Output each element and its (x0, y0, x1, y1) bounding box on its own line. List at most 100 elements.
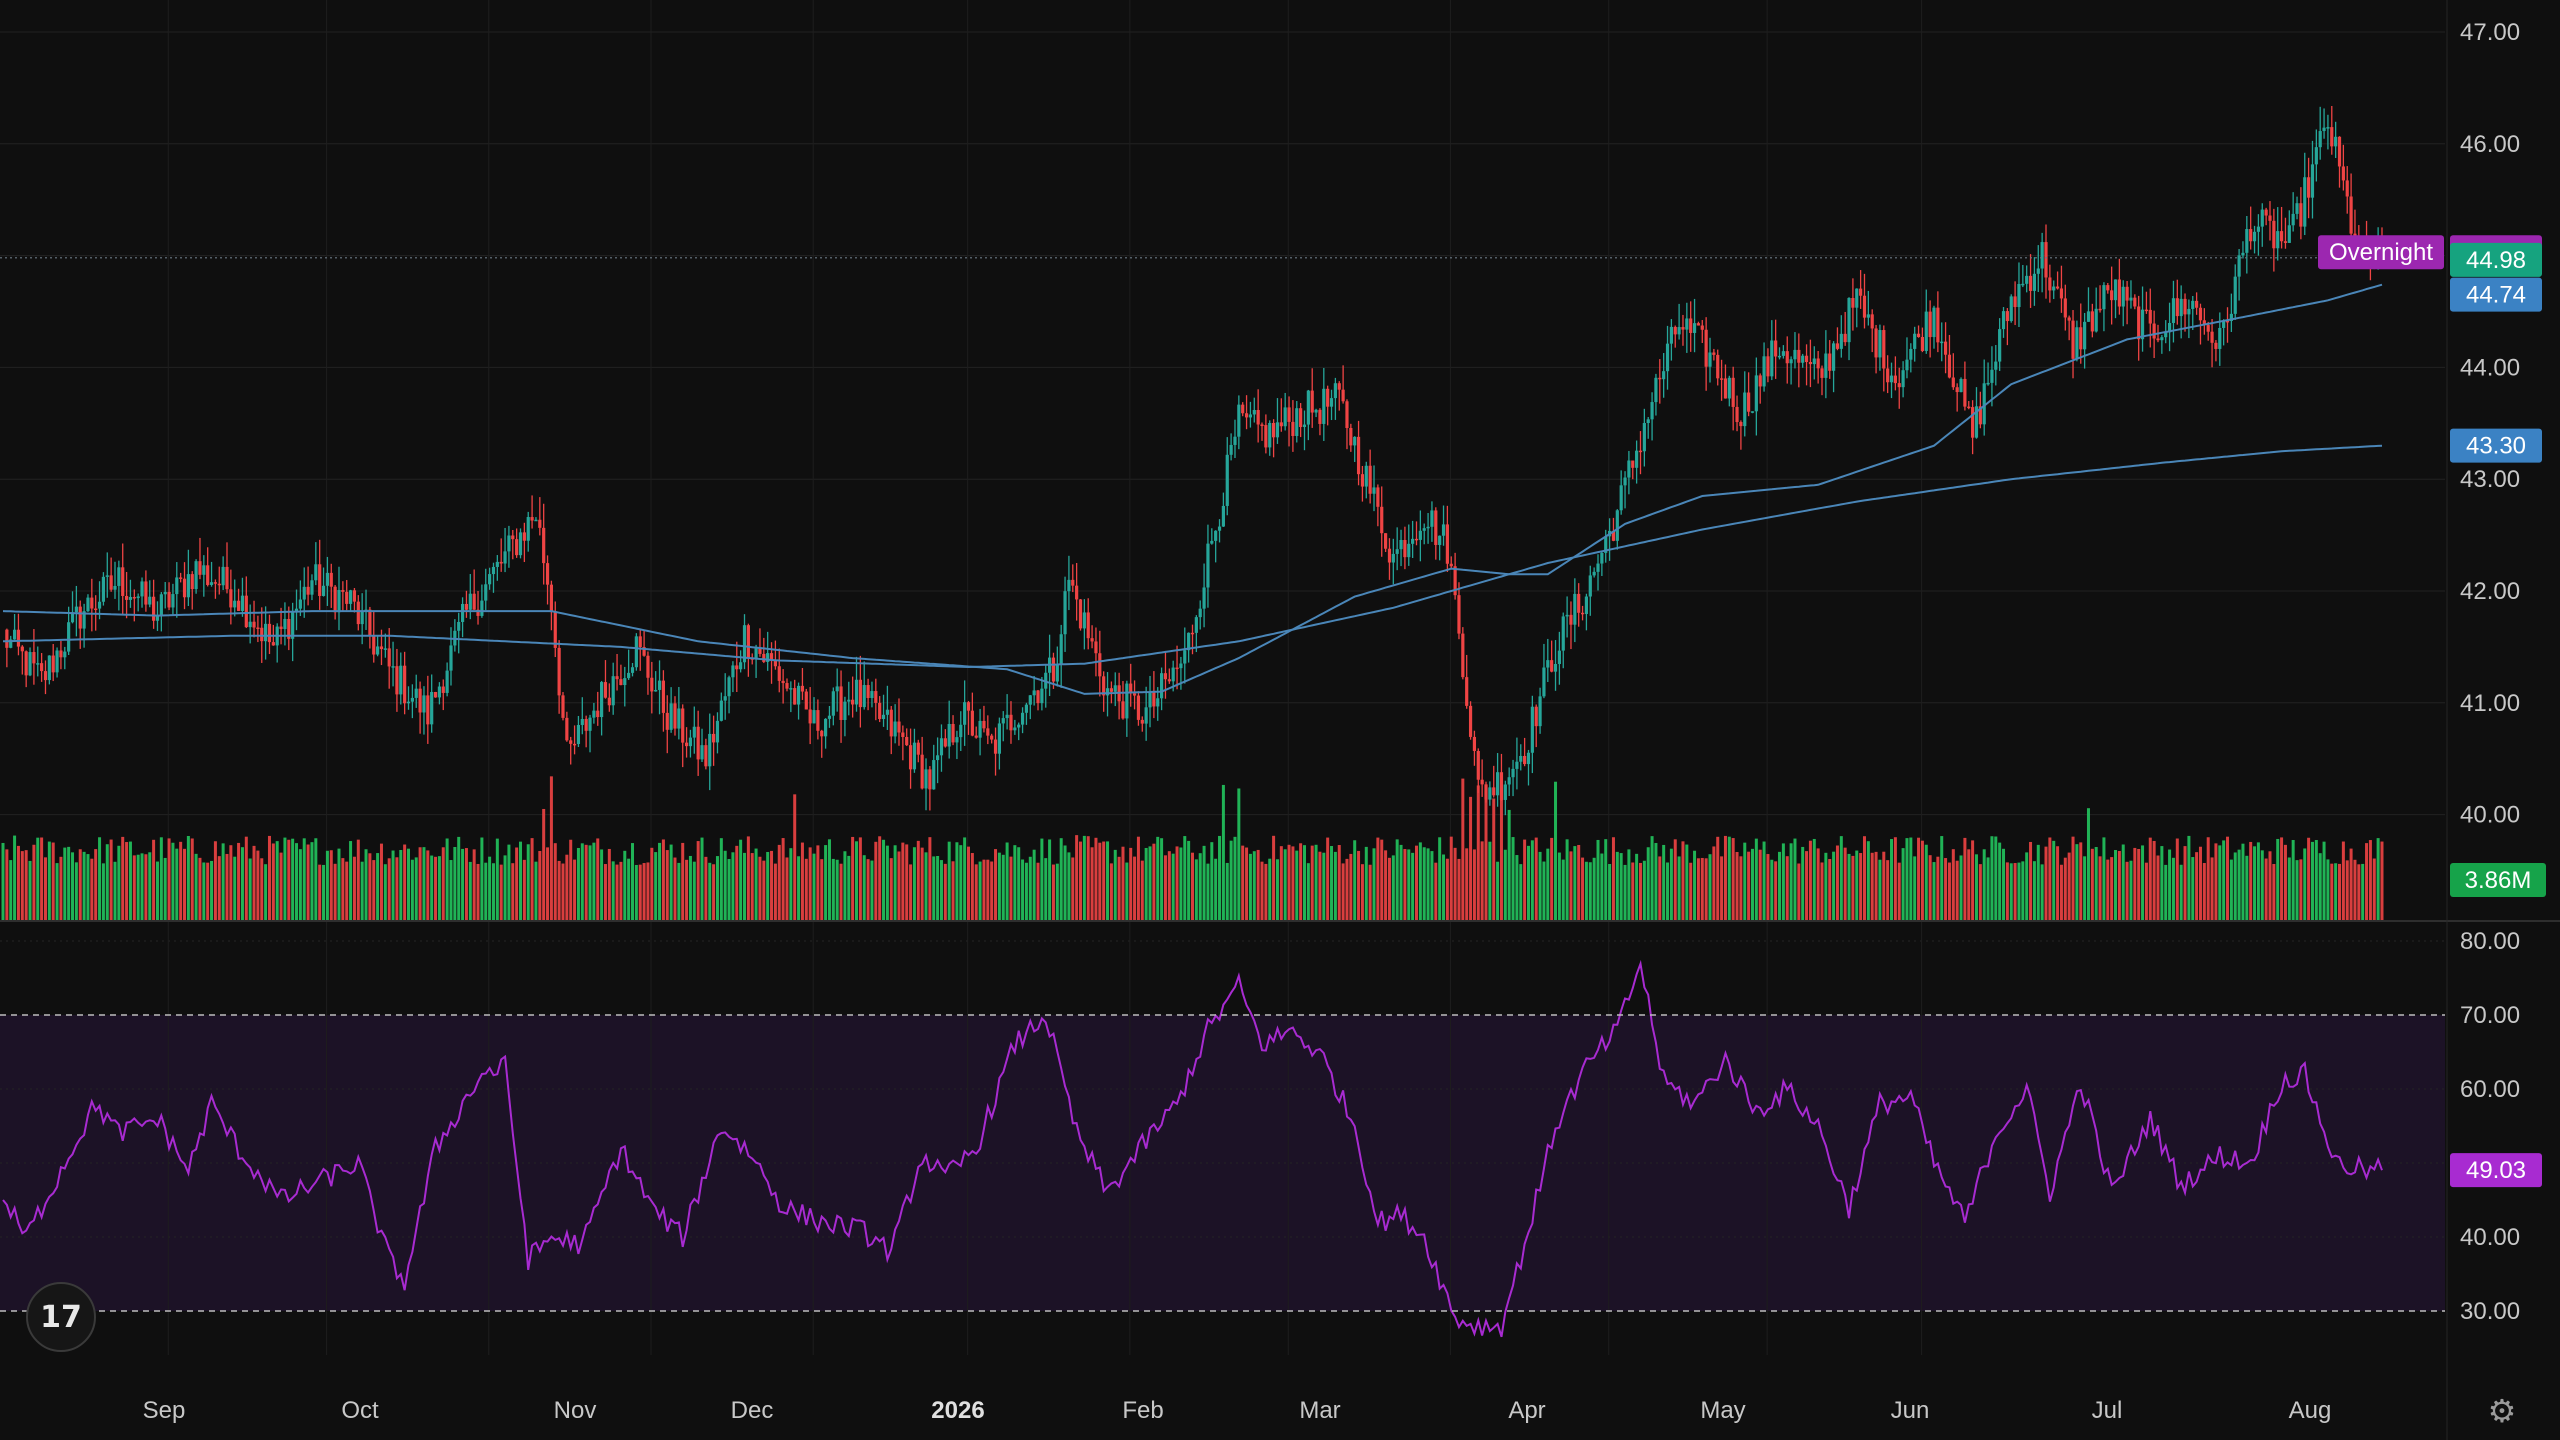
candle-body (1503, 784, 1507, 800)
candle-body (2249, 229, 2253, 242)
candle-body (1472, 736, 1477, 751)
volume-bar (1758, 849, 1762, 920)
volume-bar (472, 849, 476, 920)
volume-bar (1330, 846, 1334, 920)
volume-bar (1156, 836, 1160, 920)
volume-bar (1820, 862, 1824, 920)
volume-series (1, 773, 2384, 920)
tradingview-logo-icon[interactable]: 17 (26, 1282, 96, 1352)
candle-series (5, 106, 2384, 816)
candle-body (229, 589, 233, 608)
candle-body (920, 754, 924, 789)
candle-body (1986, 382, 1990, 385)
volume-bar (86, 854, 90, 920)
candle-body (1403, 539, 1407, 558)
candle-body (1947, 354, 1952, 378)
volume-bar (681, 842, 685, 920)
volume-bar (229, 845, 233, 920)
candle-body (1383, 533, 1388, 549)
candle-body (306, 586, 310, 595)
candle-body (592, 710, 596, 718)
candle-body (1299, 408, 1303, 428)
volume-bar (1812, 838, 1816, 920)
volume-bar (1785, 856, 1789, 920)
volume-bar (1017, 847, 1021, 920)
candle-body (970, 710, 974, 736)
candle-body (1557, 650, 1561, 665)
candle-body (101, 576, 106, 602)
volume-bar (341, 858, 345, 920)
volume-bar (488, 856, 492, 920)
volume-bar (1063, 845, 1067, 920)
volume-bar (1781, 843, 1785, 920)
candle-body (1449, 563, 1453, 567)
volume-bar (2129, 860, 2133, 920)
volume-bar (967, 846, 970, 920)
candle-body (1847, 297, 1851, 343)
volume-bar (1341, 863, 1345, 920)
volume-bar (1314, 844, 1318, 920)
gear-icon[interactable]: ⚙ (2482, 1391, 2522, 1431)
candle-body (376, 646, 380, 655)
candle-body (820, 730, 824, 737)
volume-bar (2287, 857, 2291, 920)
candle-body (518, 532, 523, 556)
candle-body (1719, 378, 1724, 380)
candle-body (889, 709, 893, 737)
candle-body (1264, 425, 1268, 448)
chart-canvas[interactable]: 47.0046.0045.0044.0043.0042.0041.0040.00… (0, 0, 2560, 1440)
volume-bar (1167, 851, 1171, 920)
candle-body (1160, 673, 1164, 699)
volume-bar (1886, 860, 1890, 920)
volume-bar (1028, 856, 1032, 920)
volume-bar (333, 863, 337, 920)
candle-body (318, 564, 322, 596)
candle-body (1329, 398, 1334, 407)
candle-body (2264, 209, 2268, 216)
candle-body (464, 603, 469, 610)
candle-body (2310, 164, 2315, 198)
volume-bar (391, 850, 395, 920)
volume-bar (1082, 835, 1086, 920)
volume-bar (1295, 850, 1299, 920)
candle-body (1171, 667, 1175, 682)
volume-bar (1565, 839, 1569, 920)
volume-bar (1901, 848, 1905, 920)
volume-bar (422, 847, 426, 920)
volume-bar (1897, 862, 1901, 920)
candle-body (603, 682, 608, 698)
volume-bar (1160, 838, 1164, 920)
candle-body (433, 691, 438, 698)
candle-body (1017, 724, 1021, 728)
candle-body (1020, 712, 1025, 725)
candle-body (615, 676, 619, 680)
candle-body (1584, 596, 1589, 614)
volume-bar (534, 861, 538, 920)
volume-bar (824, 845, 828, 920)
volume-bar (688, 855, 692, 920)
volume-bar (1434, 862, 1438, 920)
candle-body (1766, 356, 1770, 377)
candle-body (1098, 653, 1102, 677)
volume-bar (1801, 846, 1805, 920)
volume-bar (1735, 852, 1739, 920)
volume-bar (1646, 847, 1650, 920)
volume-bar (592, 842, 596, 920)
candle-body (78, 606, 82, 629)
volume-bar (1133, 856, 1137, 920)
volume-bar (2353, 859, 2357, 920)
candle-body (866, 685, 870, 699)
candle-body (28, 652, 32, 676)
candle-body (252, 621, 256, 628)
candle-body (221, 566, 225, 586)
candle-body (1681, 327, 1685, 330)
volume-bar (1472, 849, 1476, 920)
volume-bar (1940, 836, 1944, 920)
candle-body (1441, 524, 1446, 536)
volume-bar (974, 864, 978, 920)
volume-bar (125, 842, 129, 920)
candle-body (1461, 633, 1465, 678)
volume-bar (665, 850, 669, 920)
stock-chart[interactable]: 47.0046.0045.0044.0043.0042.0041.0040.00… (0, 0, 2560, 1440)
candle-body (32, 652, 36, 664)
